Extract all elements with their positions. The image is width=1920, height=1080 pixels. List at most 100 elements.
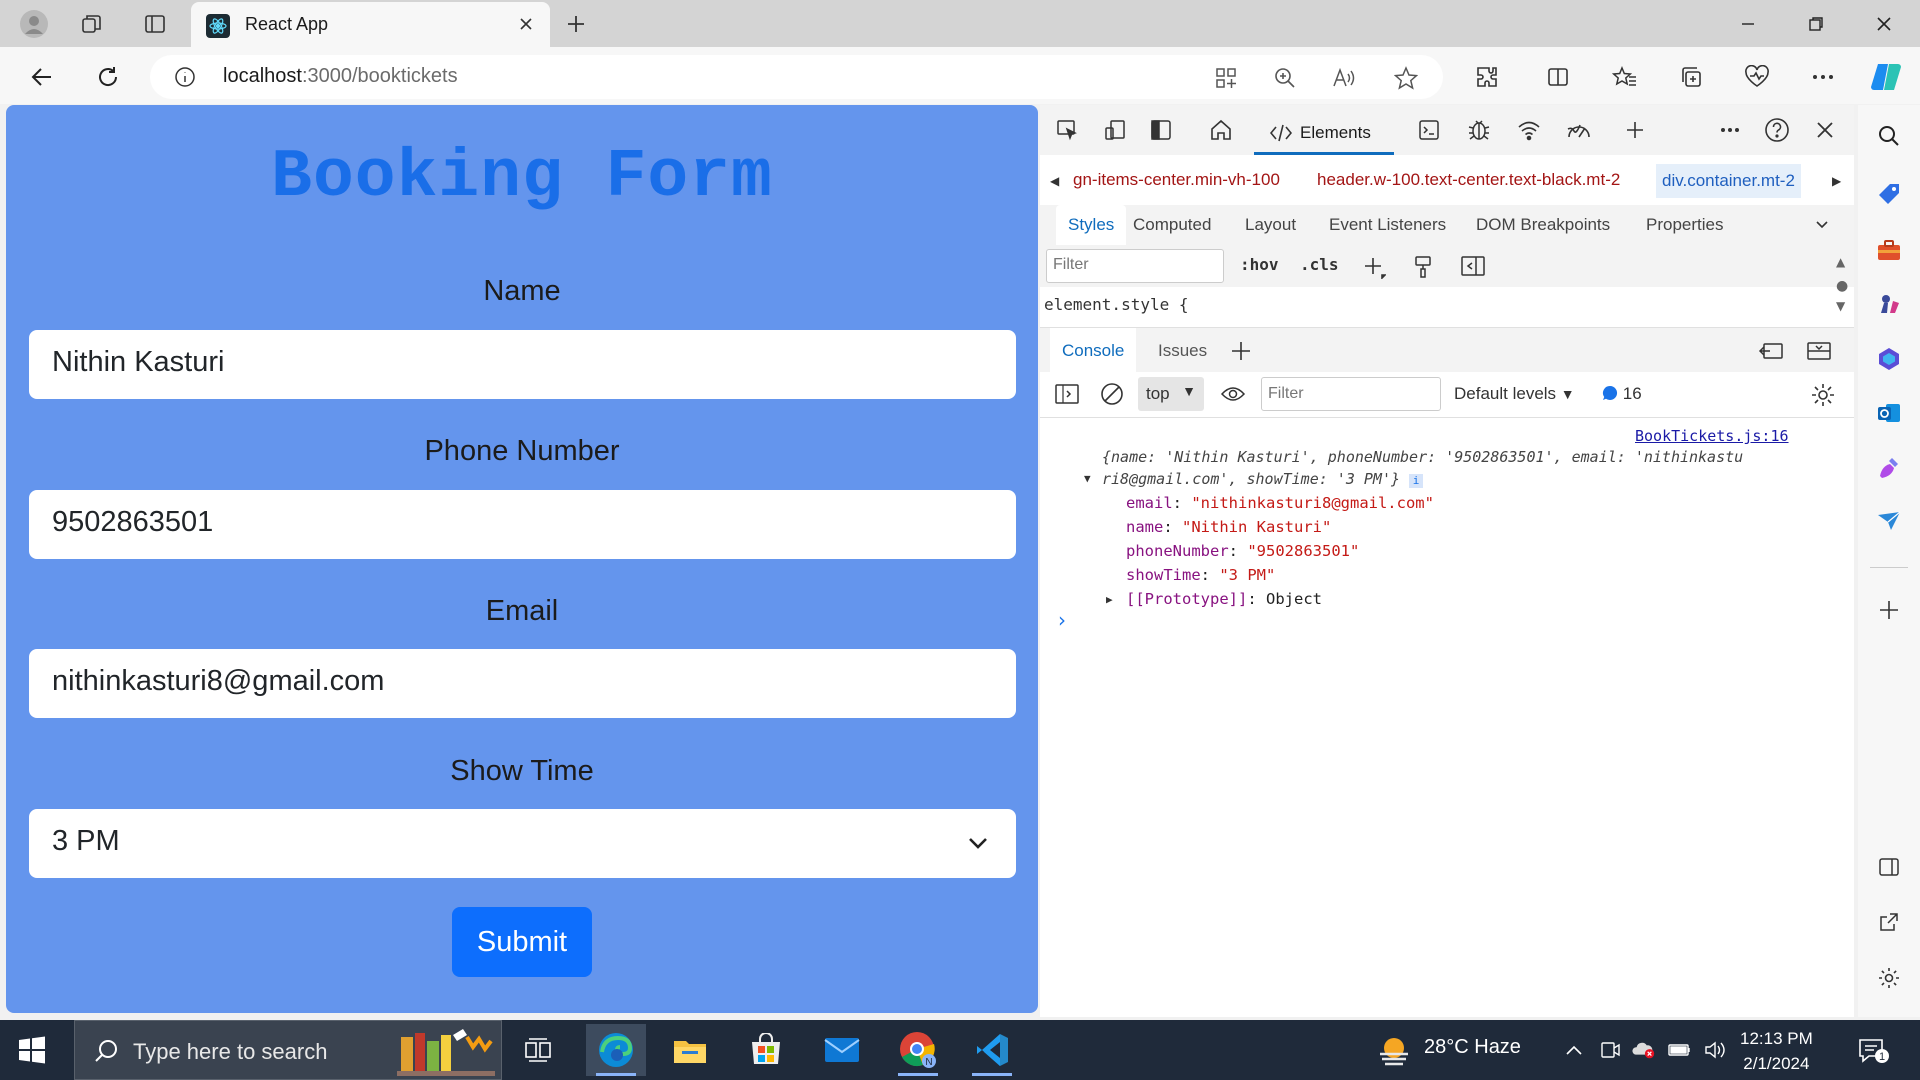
info-icon[interactable] bbox=[174, 66, 196, 88]
close-devtools-icon[interactable] bbox=[1810, 115, 1840, 145]
name-input[interactable]: Nithin Kasturi bbox=[29, 330, 1016, 399]
weather-haze-icon[interactable] bbox=[1376, 1032, 1412, 1068]
taskbar-search[interactable]: Type here to search bbox=[74, 1020, 502, 1080]
sources-bug-icon[interactable] bbox=[1464, 115, 1494, 145]
phone-input[interactable]: 9502863501 bbox=[29, 490, 1016, 559]
context-selector[interactable]: top ▼ bbox=[1138, 377, 1204, 411]
new-tab-icon[interactable] bbox=[558, 8, 594, 40]
console-panel-icon[interactable] bbox=[1414, 115, 1444, 145]
tools-briefcase-icon[interactable] bbox=[1872, 233, 1906, 267]
tab-elements[interactable]: Elements bbox=[1254, 113, 1394, 155]
console-filter-input[interactable]: Filter bbox=[1261, 377, 1441, 411]
prop-email[interactable]: email: "nithinkasturi8@gmail.com" bbox=[1126, 494, 1434, 512]
object-summary-line[interactable]: {name: 'Nithin Kasturi', phoneNumber: '9… bbox=[1102, 448, 1743, 466]
console-sidebar-icon[interactable] bbox=[1054, 382, 1080, 406]
clear-console-icon[interactable] bbox=[1100, 382, 1124, 406]
shopping-tag-icon[interactable] bbox=[1872, 178, 1906, 212]
read-aloud-icon[interactable] bbox=[1331, 65, 1357, 91]
tab-computed[interactable]: Computed bbox=[1133, 215, 1211, 235]
split-screen-icon[interactable] bbox=[1540, 59, 1576, 95]
workspaces-icon[interactable] bbox=[74, 8, 110, 40]
inspect-icon[interactable] bbox=[1052, 115, 1082, 145]
notifications-icon[interactable]: 1 bbox=[1856, 1036, 1892, 1064]
message-count[interactable]: 16 bbox=[1602, 384, 1642, 404]
collections-icon[interactable] bbox=[1673, 59, 1709, 95]
weather-text[interactable]: 28°C Haze bbox=[1424, 1036, 1521, 1059]
tab-issues[interactable]: Issues bbox=[1146, 328, 1219, 373]
favorite-icon[interactable] bbox=[1393, 65, 1419, 91]
extensions-icon[interactable] bbox=[1469, 59, 1505, 95]
scroll-up-icon[interactable]: ▲ bbox=[1836, 255, 1845, 269]
store-icon[interactable] bbox=[736, 1024, 796, 1076]
tab-console[interactable]: Console bbox=[1050, 328, 1137, 373]
games-icon[interactable] bbox=[1872, 287, 1906, 321]
url-text[interactable]: localhost:3000/booktickets bbox=[223, 65, 458, 88]
devtools-more-icon[interactable] bbox=[1715, 115, 1745, 145]
undock-drawer-icon[interactable] bbox=[1758, 340, 1784, 362]
apps-icon[interactable] bbox=[1213, 65, 1239, 91]
back-icon[interactable] bbox=[22, 57, 62, 97]
help-icon[interactable] bbox=[1762, 115, 1792, 145]
scroll-thumb[interactable]: ● bbox=[1836, 278, 1848, 294]
minimize-icon[interactable] bbox=[1716, 4, 1780, 44]
tab-actions-icon[interactable] bbox=[137, 8, 173, 40]
network-wifi-icon[interactable] bbox=[1514, 115, 1544, 145]
new-style-rule-icon[interactable] bbox=[1362, 255, 1386, 279]
console-settings-gear-icon[interactable] bbox=[1810, 382, 1836, 408]
browser-essentials-icon[interactable] bbox=[1739, 59, 1775, 95]
object-summary-line-2[interactable]: ri8@gmail.com', showTime: '3 PM'} i bbox=[1102, 470, 1424, 488]
collapse-triangle-icon[interactable]: ▶ bbox=[1106, 593, 1113, 606]
restore-icon[interactable] bbox=[1784, 4, 1848, 44]
tab-event-listeners[interactable]: Event Listeners bbox=[1329, 215, 1446, 235]
profile-icon[interactable] bbox=[16, 8, 52, 40]
add-tab-icon[interactable] bbox=[1230, 340, 1252, 362]
showtime-select[interactable]: 3 PM bbox=[29, 809, 1016, 878]
breadcrumb-item[interactable]: header.w-100.text-center.text-black.mt-2 bbox=[1317, 170, 1620, 190]
onedrive-error-icon[interactable] bbox=[1632, 1038, 1656, 1062]
chevron-down-icon[interactable] bbox=[1814, 217, 1830, 233]
prop-prototype[interactable]: [[Prototype]]: Object bbox=[1126, 590, 1322, 608]
info-badge-icon[interactable]: i bbox=[1409, 474, 1424, 488]
console-prompt-icon[interactable]: › bbox=[1058, 608, 1066, 632]
breadcrumb-item-selected[interactable]: div.container.mt-2 bbox=[1656, 164, 1801, 198]
search-icon[interactable] bbox=[1872, 119, 1906, 153]
meet-now-icon[interactable] bbox=[1598, 1038, 1622, 1062]
volume-icon[interactable] bbox=[1704, 1038, 1728, 1062]
breadcrumb-right-arrow[interactable]: ▶ bbox=[1832, 174, 1841, 188]
more-icon[interactable] bbox=[1805, 59, 1841, 95]
chrome-icon[interactable]: N bbox=[888, 1024, 948, 1076]
outlook-icon[interactable] bbox=[1872, 396, 1906, 430]
breadcrumb-item[interactable]: gn-items-center.min-vh-100 bbox=[1073, 170, 1280, 190]
browser-tab[interactable]: React App bbox=[191, 2, 550, 47]
email-input[interactable]: nithinkasturi8@gmail.com bbox=[29, 649, 1016, 718]
url-bar[interactable]: localhost:3000/booktickets bbox=[150, 55, 1443, 99]
performance-icon[interactable] bbox=[1564, 115, 1594, 145]
zoom-icon[interactable] bbox=[1272, 65, 1298, 91]
device-emulation-icon[interactable] bbox=[1100, 115, 1130, 145]
show-hidden-icons-icon[interactable] bbox=[1562, 1038, 1586, 1062]
close-tab-icon[interactable] bbox=[514, 12, 538, 36]
microsoft-365-icon[interactable] bbox=[1872, 342, 1906, 376]
source-link[interactable]: BookTickets.js:16 bbox=[1635, 427, 1789, 445]
favorites-icon[interactable] bbox=[1607, 59, 1643, 95]
file-explorer-icon[interactable] bbox=[660, 1024, 720, 1076]
styles-filter-input[interactable]: Filter bbox=[1046, 249, 1224, 283]
mail-icon[interactable] bbox=[812, 1024, 872, 1076]
close-window-icon[interactable] bbox=[1852, 4, 1916, 44]
prop-phone[interactable]: phoneNumber: "9502863501" bbox=[1126, 542, 1359, 560]
breadcrumb-left-arrow[interactable]: ◀ bbox=[1050, 174, 1059, 188]
log-levels-dropdown[interactable]: Default levels ▼ bbox=[1454, 384, 1575, 404]
open-external-icon[interactable] bbox=[1872, 905, 1906, 939]
windows-start-icon[interactable] bbox=[16, 1034, 48, 1066]
toggle-sidebar-icon[interactable] bbox=[1460, 255, 1486, 277]
hov-button[interactable]: :hov bbox=[1240, 255, 1279, 274]
hide-sidebar-icon[interactable] bbox=[1872, 850, 1906, 884]
scroll-down-icon[interactable]: ▼ bbox=[1836, 299, 1845, 313]
tab-layout[interactable]: Layout bbox=[1245, 215, 1296, 235]
battery-icon[interactable] bbox=[1668, 1038, 1692, 1062]
live-expression-eye-icon[interactable] bbox=[1220, 383, 1246, 405]
send-drop-icon[interactable] bbox=[1872, 504, 1906, 538]
taskbar-clock[interactable]: 12:13 PM 2/1/2024 bbox=[1740, 1026, 1813, 1076]
tab-properties[interactable]: Properties bbox=[1646, 215, 1723, 235]
prop-showtime[interactable]: showTime: "3 PM" bbox=[1126, 566, 1275, 584]
